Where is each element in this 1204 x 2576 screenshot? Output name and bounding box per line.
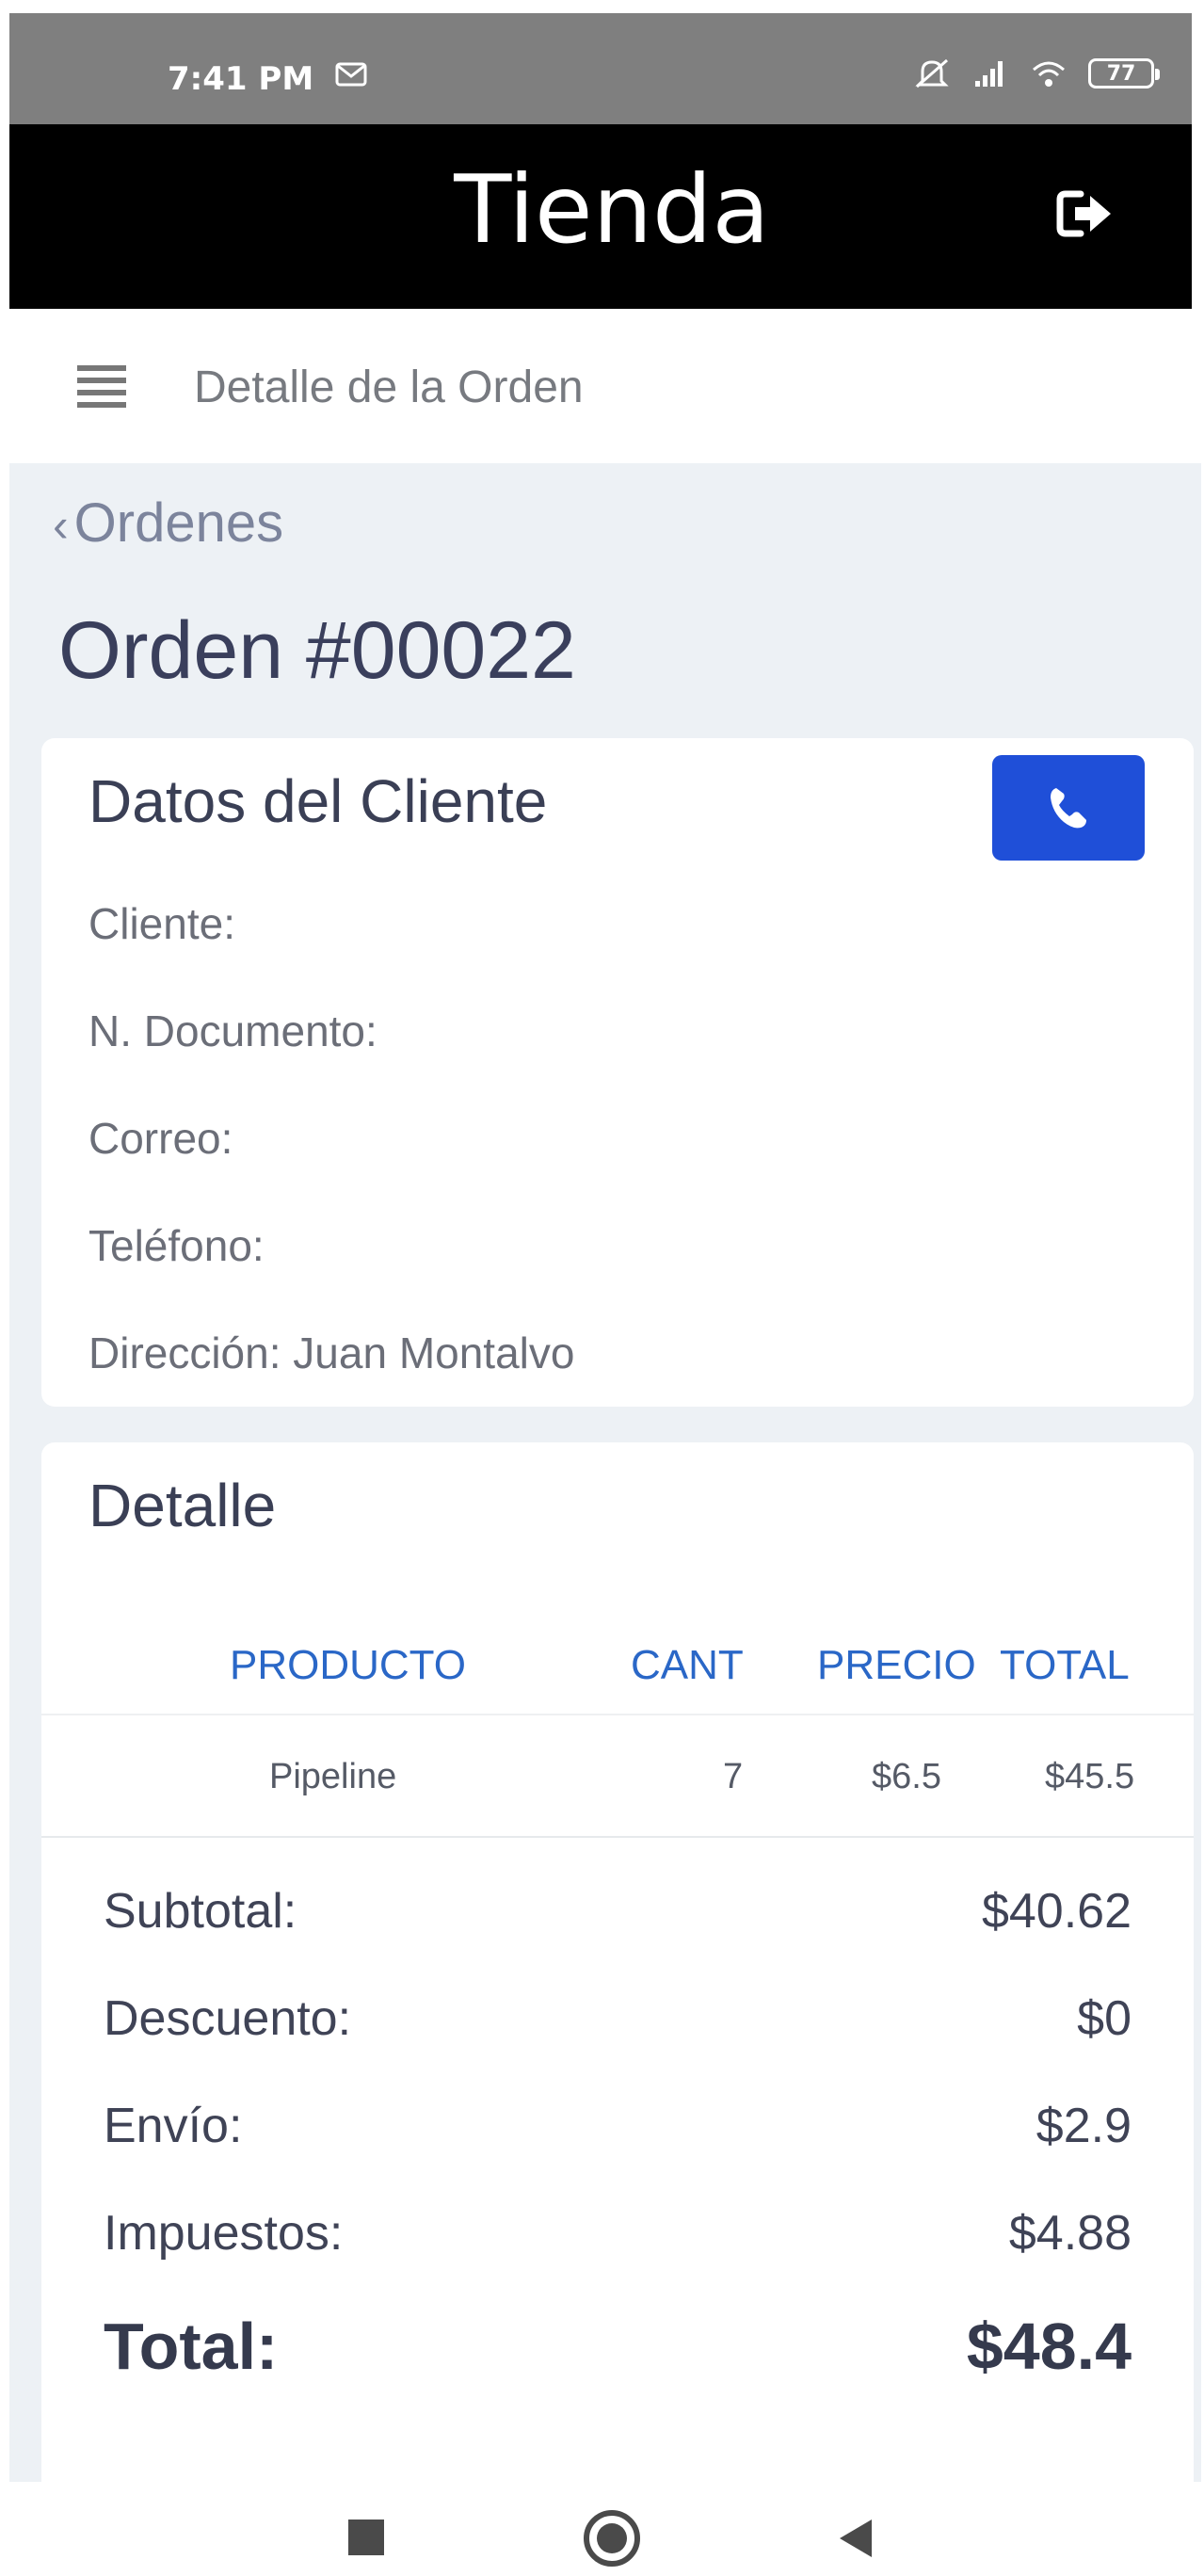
column-header-total: TOTAL — [1000, 1642, 1130, 1688]
sub-header: Detalle de la Orden — [9, 309, 1192, 463]
mute-icon — [915, 58, 949, 89]
subtotal-label: Subtotal: — [104, 1884, 297, 1939]
table-divider — [41, 1714, 1194, 1715]
app-title: Tienda — [454, 154, 770, 265]
call-button[interactable] — [992, 755, 1145, 861]
wifi-icon — [1033, 61, 1065, 87]
battery-level: 77 — [1106, 61, 1136, 86]
home-icon[interactable] — [584, 2510, 640, 2567]
detail-card-title: Detalle — [88, 1472, 277, 1539]
client-card: Datos del Cliente Cliente: N. Documento:… — [41, 738, 1194, 1407]
item-total: $45.5 — [1045, 1757, 1135, 1796]
system-nav-bar — [0, 2482, 1204, 2576]
phone-icon — [1051, 788, 1086, 829]
signal-icon — [975, 61, 1003, 87]
item-product: Pipeline — [269, 1757, 397, 1796]
discount-label: Descuento: — [104, 1991, 352, 2046]
sub-header-title: Detalle de la Orden — [194, 362, 584, 412]
total-value: $48.4 — [966, 2310, 1132, 2383]
logout-icon[interactable] — [1052, 181, 1118, 247]
back-link-label: Ordenes — [73, 492, 284, 554]
client-email-row: Correo: — [88, 1114, 233, 1163]
table-divider — [41, 1836, 1194, 1838]
item-qty: 7 — [723, 1757, 744, 1796]
client-phone-row: Teléfono: — [88, 1221, 265, 1270]
back-icon[interactable] — [840, 2520, 872, 2557]
discount-value: $0 — [1077, 1991, 1132, 2046]
back-to-orders-link[interactable]: ‹ Ordenes — [53, 491, 283, 555]
status-bar: 7:41 PM 77 — [9, 13, 1192, 124]
status-time: 7:41 PM — [168, 60, 314, 98]
column-header-price: PRECIO — [817, 1642, 976, 1688]
total-label: Total: — [104, 2310, 279, 2383]
taxes-value: $4.88 — [1008, 2206, 1132, 2261]
frame-top — [0, 0, 1204, 13]
subtotal-value: $40.62 — [981, 1884, 1132, 1939]
shipping-label: Envío: — [104, 2099, 243, 2153]
client-name-row: Cliente: — [88, 899, 235, 948]
item-price: $6.5 — [872, 1757, 941, 1796]
content-area: ‹ Ordenes Orden #00022 Datos del Cliente … — [9, 463, 1201, 2482]
column-header-product: PRODUCTO — [230, 1642, 466, 1688]
mail-icon — [335, 62, 367, 87]
recent-apps-icon[interactable] — [348, 2520, 384, 2555]
client-card-title: Datos del Cliente — [88, 767, 548, 835]
page-title: Orden #00022 — [58, 605, 576, 696]
status-icons: 77 — [913, 56, 1160, 90]
chevron-left-icon: ‹ — [53, 499, 69, 552]
menu-icon[interactable] — [77, 365, 126, 408]
taxes-label: Impuestos: — [104, 2206, 344, 2261]
app-header: Tienda — [9, 124, 1192, 309]
battery-icon: 77 — [1088, 58, 1160, 89]
detail-card: Detalle PRODUCTO CANT PRECIO TOTAL Pipel… — [41, 1442, 1194, 2482]
client-document-row: N. Documento: — [88, 1006, 377, 1055]
client-address-row: Dirección: Juan Montalvo — [88, 1328, 575, 1377]
column-header-qty: CANT — [631, 1642, 744, 1688]
shipping-value: $2.9 — [1035, 2099, 1132, 2153]
